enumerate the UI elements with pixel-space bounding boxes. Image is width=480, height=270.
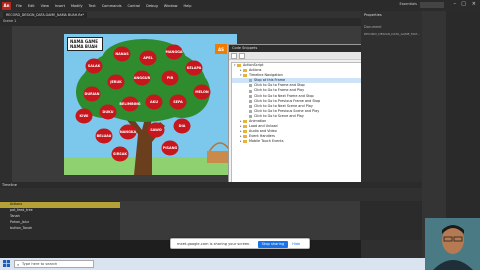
folder-icon	[243, 130, 247, 134]
menu-item-modify[interactable]: Modify	[68, 4, 86, 8]
menu-item-control[interactable]: Control	[125, 4, 144, 8]
screen-share-banner: meet.google.com is sharing your screen. …	[170, 238, 310, 249]
snippet-icon	[249, 94, 252, 98]
windows-start-icon[interactable]	[3, 260, 10, 267]
snippet-icon	[249, 84, 252, 88]
menu-item-debug[interactable]: Debug	[143, 4, 161, 8]
folder-icon	[243, 74, 247, 78]
menu-item-insert[interactable]: Insert	[52, 4, 68, 8]
fruit-label[interactable]: NANAS	[115, 52, 128, 56]
snippet-icon	[249, 114, 252, 118]
title-bar: An File Edit View Insert Modify Text Commands C…	[0, 0, 480, 11]
folder-icon	[243, 125, 247, 129]
presenter-avatar	[425, 218, 480, 270]
fruit-label[interactable]: SEPA	[173, 100, 183, 104]
folder-icon	[243, 135, 247, 139]
maximize-icon[interactable]: □	[461, 1, 466, 7]
timeline-layer[interactable]: pot_feed_tree	[0, 208, 120, 214]
close-icon[interactable]: ×	[472, 1, 476, 7]
fruit-label[interactable]: BELUAU	[97, 134, 112, 138]
add-to-frame-icon[interactable]	[231, 53, 237, 59]
timeline-panel: Timeline Actions pot_feed_tree Tanah Pohon_…	[0, 182, 422, 240]
folder-icon	[243, 140, 247, 144]
taskbar-search-placeholder: Type here to search	[22, 262, 58, 266]
stage-canvas[interactable]: SALAK NANAS APEL MANGGA KELAPA DURIAN JERUK ANG…	[64, 34, 237, 175]
copy-to-clipboard-icon[interactable]	[239, 53, 245, 59]
document-tab-bar: RECORD_DESIGN_DATA.GAME_NAMA BUAH.fla*	[0, 11, 422, 18]
snippet-icon	[249, 89, 252, 93]
fruit-label[interactable]: DURIAN	[85, 92, 100, 96]
fruit-label[interactable]: DIA	[179, 124, 186, 128]
properties-header: Properties	[364, 13, 382, 17]
title-line-2: NAMA BUAH	[70, 44, 98, 49]
hide-button[interactable]: Hide	[292, 241, 300, 248]
fruit-label[interactable]: APEL	[143, 56, 153, 60]
folder-icon	[237, 64, 241, 68]
scene-label[interactable]: Scene 1	[3, 19, 16, 23]
snippet-icon	[249, 99, 252, 103]
webcam-overlay	[425, 218, 480, 270]
timeline-layer[interactable]: Actions	[0, 202, 120, 208]
fruit-label[interactable]: DUKU	[103, 110, 114, 114]
fruit-label[interactable]: MANGGA	[165, 50, 182, 54]
fruit-label[interactable]: SIRSAK	[113, 152, 127, 156]
folder-icon	[243, 120, 247, 124]
fruit-label[interactable]: SALAK	[88, 64, 100, 68]
snippet-icon	[249, 109, 252, 113]
row-label: Mobile Touch Events	[249, 139, 284, 144]
menu-item-file[interactable]: File	[13, 4, 25, 8]
snippet-icon	[249, 79, 252, 83]
fruit-label[interactable]: BELIMBING	[119, 102, 140, 106]
left-tools-strip	[0, 26, 12, 182]
timeline-tab[interactable]: Timeline	[2, 183, 17, 187]
snippet-icon	[249, 104, 252, 108]
folder-icon	[243, 69, 247, 73]
fruit-label[interactable]: SAWO	[150, 128, 162, 132]
menu-bar: File Edit View Insert Modify Text Commands Cont…	[13, 4, 194, 8]
timeline-layer[interactable]: Tanah	[0, 214, 120, 220]
timeline-controls	[0, 188, 422, 201]
fruit-label[interactable]: ANGGUR	[134, 76, 150, 80]
menu-item-view[interactable]: View	[38, 4, 52, 8]
actionscript-badge: AS	[215, 44, 227, 54]
taskbar-search-input[interactable]: ⌕ Type here to search	[14, 260, 94, 268]
document-tab-label: RECORD_DESIGN_DATA.GAME_NAMA BUAH.fla*	[6, 13, 84, 17]
fruit-label[interactable]: AKU	[150, 100, 158, 104]
share-text: meet.google.com is sharing your screen.	[177, 242, 251, 246]
minimize-icon[interactable]: –	[454, 1, 457, 7]
fruit-label[interactable]: PISANG	[163, 146, 177, 150]
fruit-label[interactable]: PIR	[167, 76, 173, 80]
menu-item-edit[interactable]: Edit	[25, 4, 38, 8]
stop-sharing-button[interactable]: Stop sharing	[258, 241, 288, 248]
properties-doc-label: Document	[364, 25, 382, 29]
menu-item-text[interactable]: Text	[86, 4, 99, 8]
fruit-label[interactable]: JERUK	[110, 80, 122, 84]
app-logo: An	[2, 1, 11, 10]
menu-item-commands[interactable]: Commands	[99, 4, 125, 8]
frame-grid[interactable]	[120, 201, 360, 240]
edit-bar: Scene 1	[0, 18, 422, 26]
fruit-label[interactable]: KIWI	[80, 114, 89, 118]
workspace-switcher[interactable]: Essentials	[399, 2, 417, 6]
timeline-layer[interactable]: Pohon_Jalur	[0, 220, 120, 226]
help-search-input[interactable]	[420, 2, 444, 8]
menu-item-window[interactable]: Window	[161, 4, 181, 8]
fruit-label[interactable]: MELON	[195, 90, 208, 94]
fruit-label[interactable]: NANGKA	[120, 130, 136, 134]
search-icon: ⌕	[17, 262, 20, 267]
menu-item-help[interactable]: Help	[181, 4, 195, 8]
game-title-card: NAMA GAME NAMA BUAH	[67, 37, 103, 51]
properties-file-name: RECORD_DESIGN_DATA_GAME_MAT...	[364, 32, 420, 36]
taskbar: ⌕ Type here to search	[0, 258, 480, 270]
timeline-layer[interactable]: button_Tanah	[0, 226, 120, 232]
fruit-label[interactable]: KELAPA	[187, 66, 202, 70]
